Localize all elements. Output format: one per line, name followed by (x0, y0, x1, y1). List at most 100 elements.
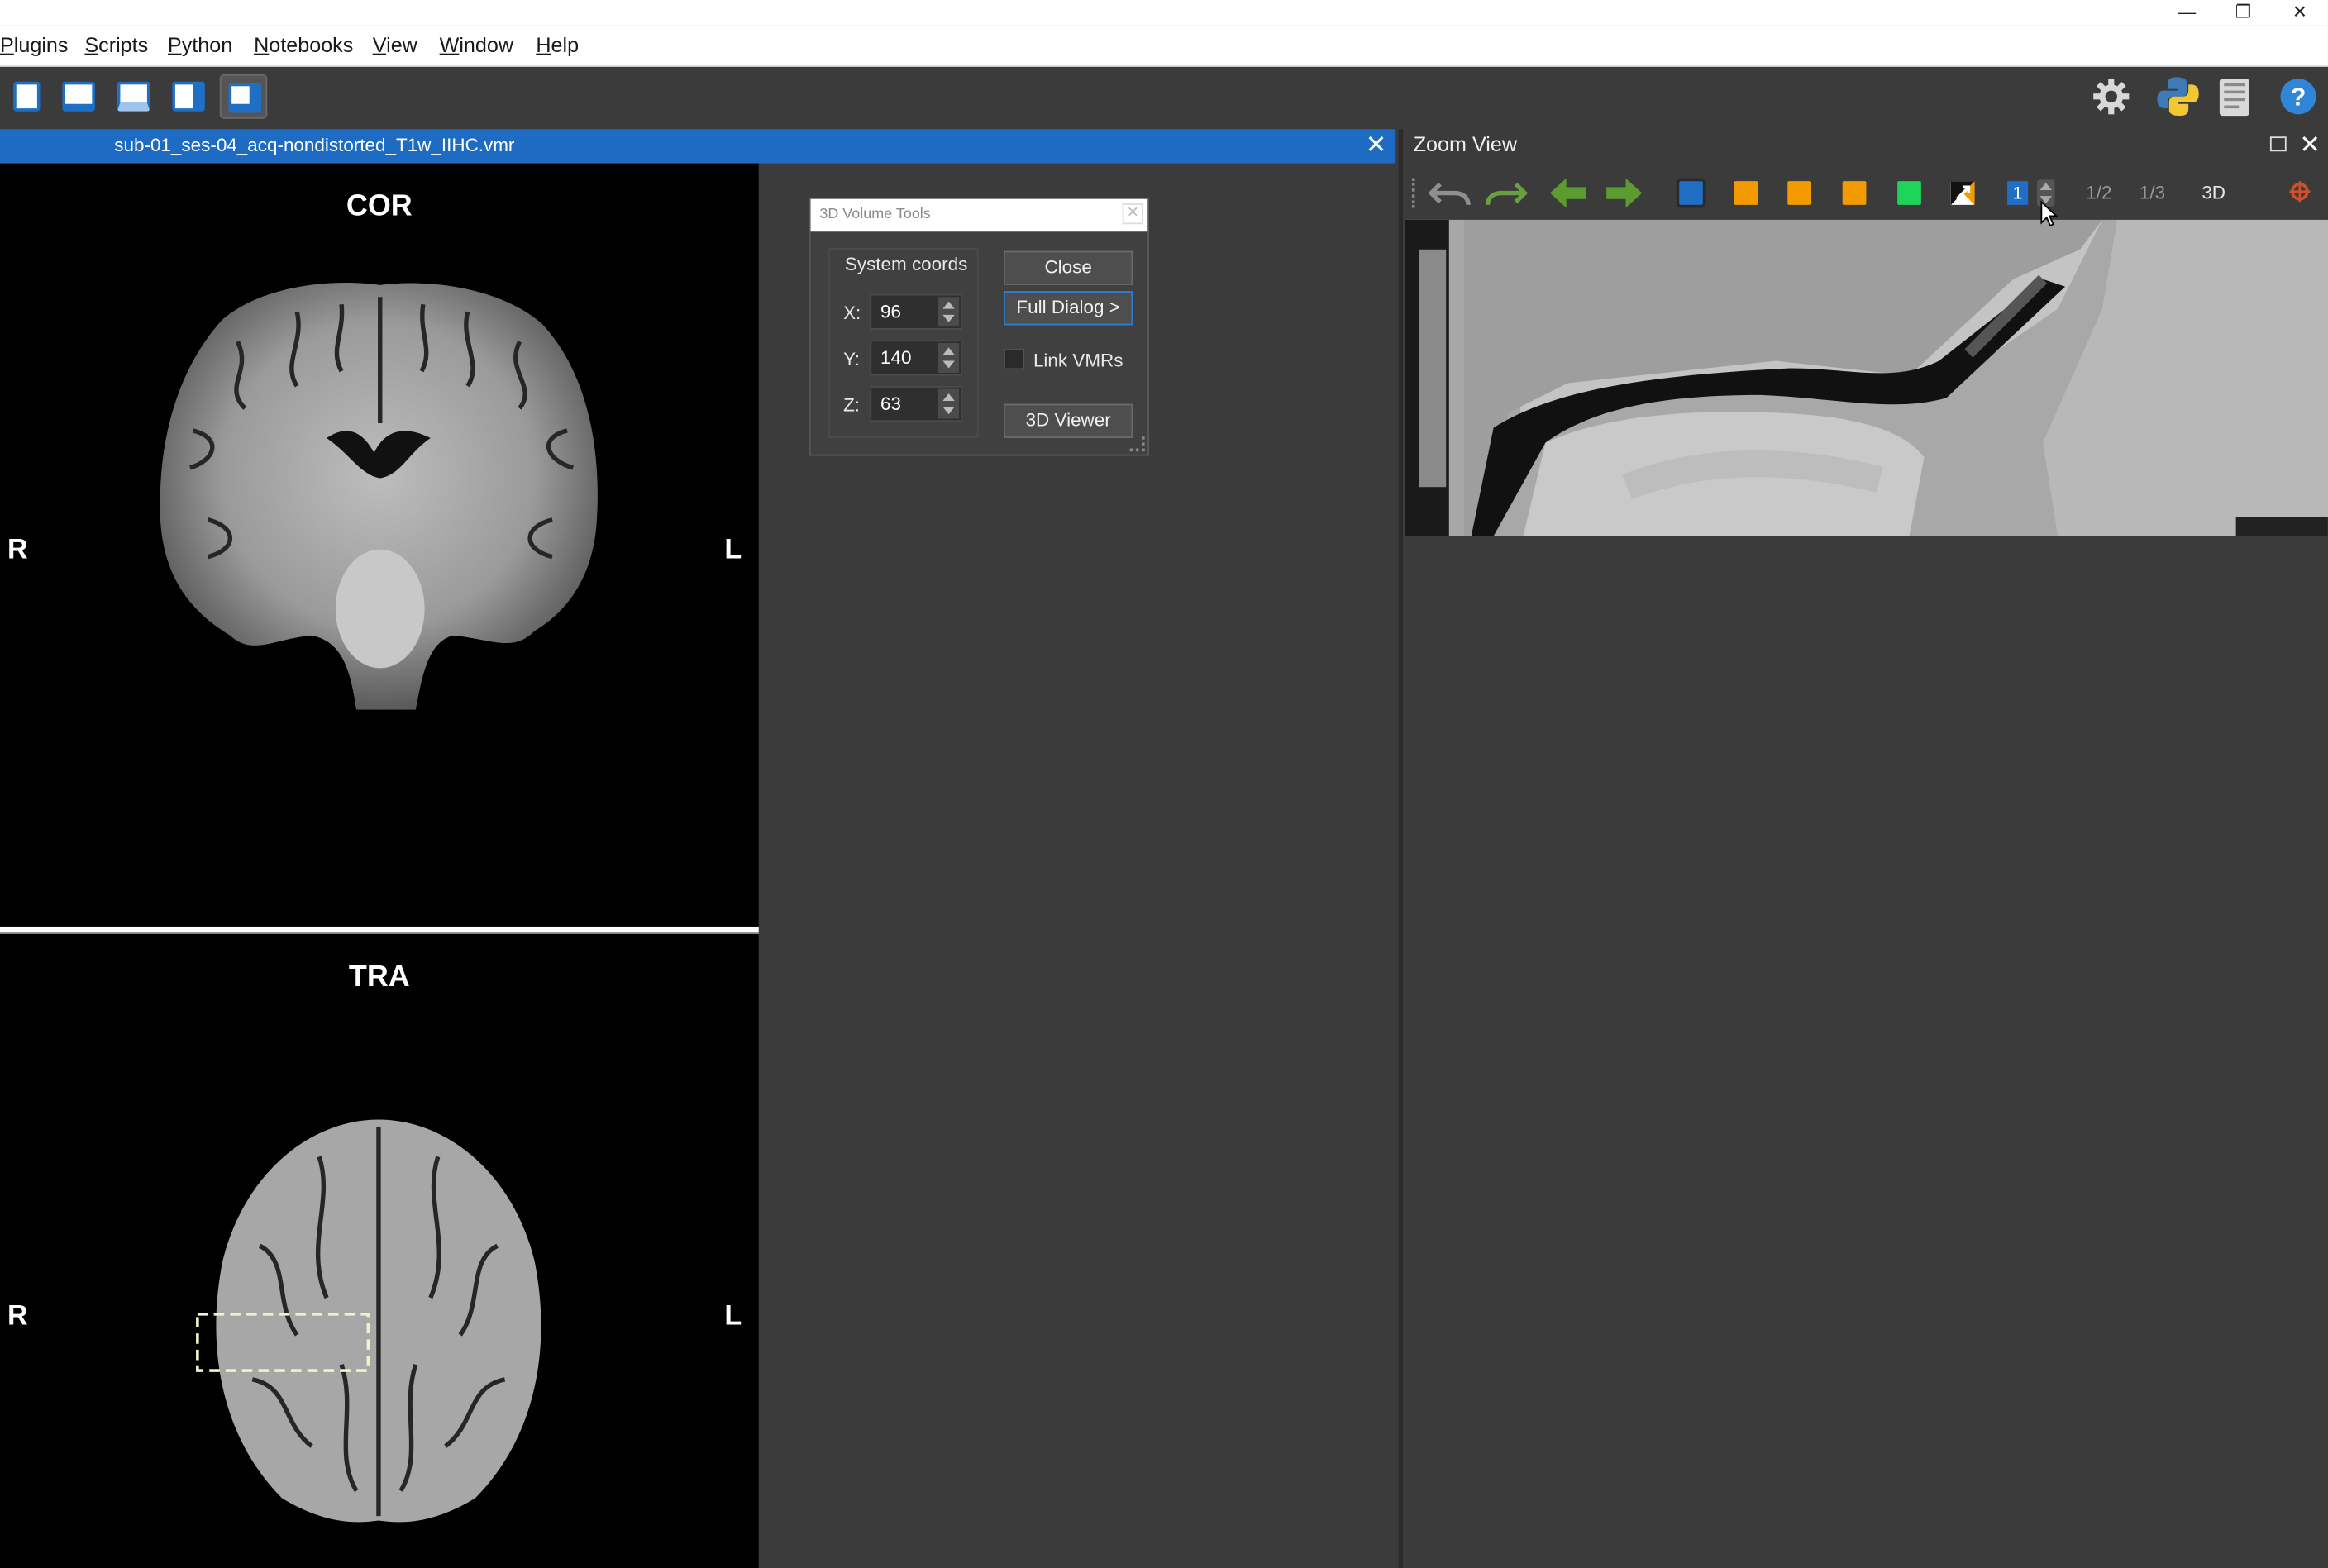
color-blue-button[interactable] (1676, 178, 1706, 208)
zoom-half-button[interactable]: 1/2 (2086, 183, 2111, 203)
y-spin-arrows[interactable] (938, 342, 960, 373)
y-spin-down-icon[interactable] (942, 360, 955, 369)
layout-three-button[interactable] (110, 74, 157, 119)
menu-python-mnemonic: P (167, 32, 182, 57)
x-spin-arrows[interactable] (938, 297, 960, 327)
zoomed-slice-image[interactable] (1404, 219, 2328, 536)
view-divider[interactable] (0, 926, 759, 934)
volume-tools-close-icon[interactable]: ✕ (1122, 203, 1143, 225)
menu-help-label: elp (551, 32, 580, 57)
help-icon: ? (2280, 79, 2316, 115)
menu-python[interactable]: Python (168, 33, 232, 57)
menu-view[interactable]: View (373, 33, 417, 57)
color-orange-3-button[interactable] (1842, 181, 1867, 205)
z-coord-label: Z: (843, 394, 861, 416)
target-icon[interactable] (2289, 181, 2311, 203)
svg-text:?: ? (2291, 83, 2307, 112)
menu-python-label: ython (181, 32, 233, 57)
pointer-icon (1950, 181, 1975, 205)
layout-quad-button[interactable] (165, 74, 212, 119)
x-coord-spinbox[interactable]: 96 (870, 293, 962, 330)
z-spin-up-icon[interactable] (942, 393, 955, 402)
transverse-brain-image (196, 1119, 541, 1523)
zoomed-brain-pixels (1404, 219, 2328, 536)
menu-window-label: indow (459, 32, 514, 57)
float-panel-icon[interactable] (2269, 136, 2287, 152)
coronal-view[interactable]: COR R L (0, 163, 759, 927)
menu-plugins-label: lugins (13, 32, 69, 57)
menu-bar: Plugins Scripts Python Notebooks View Wi… (0, 25, 2328, 67)
x-spin-down-icon[interactable] (942, 314, 955, 322)
menu-plugins[interactable]: Plugins (0, 33, 68, 57)
help-button[interactable]: ? (2274, 74, 2321, 119)
pointer-button[interactable] (1950, 181, 1975, 205)
zoom-view-close-button[interactable]: ✕ (2299, 131, 2321, 160)
minimize-button[interactable]: — (2159, 0, 2215, 26)
system-coords-label: System coords (844, 254, 968, 275)
app-window: — ❐ ✕ Plugins Scripts Python Notebooks V… (0, 0, 2328, 1568)
volume-tools-dialog: 3D Volume Tools ✕ System coords X: 96 Y:… (809, 197, 1150, 456)
resize-grip-icon[interactable] (1129, 436, 1145, 452)
layout-two-icon (62, 81, 95, 112)
python-button[interactable] (2154, 74, 2202, 119)
y-coord-label: Y: (843, 349, 861, 370)
menu-plugins-mnemonic: P (0, 32, 14, 57)
link-vmrs-checkbox[interactable] (1004, 349, 1025, 370)
3d-viewer-button[interactable]: 3D Viewer (1004, 403, 1133, 438)
z-spin-down-icon[interactable] (942, 407, 955, 415)
zoom-third-button[interactable]: 1/3 (2140, 183, 2165, 203)
menu-notebooks[interactable]: Notebooks (254, 33, 353, 57)
toolbar-grip-icon[interactable] (1411, 178, 1419, 208)
notes-icon (2219, 79, 2249, 117)
z-spin-arrows[interactable] (938, 388, 960, 419)
notes-button[interactable] (2211, 74, 2258, 119)
document-tab[interactable]: sub-01_ses-04_acq-nondistorted_T1w_IIHC.… (0, 129, 1396, 164)
z-coord-spinbox[interactable]: 63 (870, 386, 962, 422)
settings-button[interactable] (2087, 74, 2135, 119)
x-coord-value: 96 (880, 301, 901, 322)
document-title: sub-01_ses-04_acq-nondistorted_T1w_IIHC.… (114, 135, 515, 156)
slice-spin-up-icon[interactable] (2039, 182, 2052, 190)
restore-button[interactable]: ❐ (2215, 0, 2271, 26)
color-green-button[interactable] (1897, 181, 1921, 205)
menu-scripts-label: cripts (98, 32, 149, 57)
menu-window-mnemonic: W (439, 32, 460, 57)
mouse-cursor-icon (2040, 200, 2058, 227)
layout-two-button[interactable] (55, 74, 102, 119)
color-orange-2-button[interactable] (1787, 181, 1811, 205)
menu-notebooks-mnemonic: N (254, 32, 270, 57)
layout-quad-icon (172, 81, 205, 112)
main-toolbar: ? (0, 66, 2328, 126)
x-spin-up-icon[interactable] (942, 301, 955, 309)
menu-scripts[interactable]: Scripts (84, 33, 148, 57)
menu-window[interactable]: Window (440, 33, 513, 57)
y-coord-spinbox[interactable]: 140 (870, 340, 962, 376)
layout-grid-button[interactable] (219, 74, 268, 119)
zoom-toolbar: 1 1/2 1/3 3D (1403, 169, 2328, 218)
zoom-view-title: Zoom View (1413, 131, 1518, 156)
volume-tools-header[interactable]: 3D Volume Tools ✕ (810, 198, 1148, 232)
transverse-view[interactable]: TRA R L (0, 933, 759, 1568)
menu-view-mnemonic: V (372, 32, 387, 57)
close-button[interactable]: Close (1004, 250, 1133, 285)
python-icon (2157, 77, 2199, 117)
color-orange-1-button[interactable] (1734, 181, 1758, 205)
layout-grid-icon (228, 83, 262, 113)
layout-single-button[interactable] (3, 74, 50, 119)
full-dialog-button[interactable]: Full Dialog > (1004, 291, 1133, 326)
close-window-button[interactable]: ✕ (2272, 0, 2328, 26)
coronal-brain-image (160, 283, 598, 710)
layout-three-icon (117, 81, 150, 112)
slice-number-value: 1 (2007, 181, 2029, 205)
link-vmrs-label: Link VMRs (1033, 350, 1123, 372)
forward-arrow-icon[interactable] (1604, 175, 1645, 211)
menu-help-mnemonic: H (536, 32, 551, 57)
undo-icon[interactable] (1428, 175, 1473, 211)
close-document-button[interactable]: ✕ (1366, 131, 1387, 160)
back-arrow-icon[interactable] (1547, 175, 1588, 211)
menu-help[interactable]: Help (536, 33, 579, 57)
zoom-3d-button[interactable]: 3D (2202, 183, 2225, 203)
y-spin-up-icon[interactable] (942, 347, 955, 355)
redo-icon[interactable] (1483, 175, 1528, 211)
z-coord-value: 63 (880, 393, 901, 415)
